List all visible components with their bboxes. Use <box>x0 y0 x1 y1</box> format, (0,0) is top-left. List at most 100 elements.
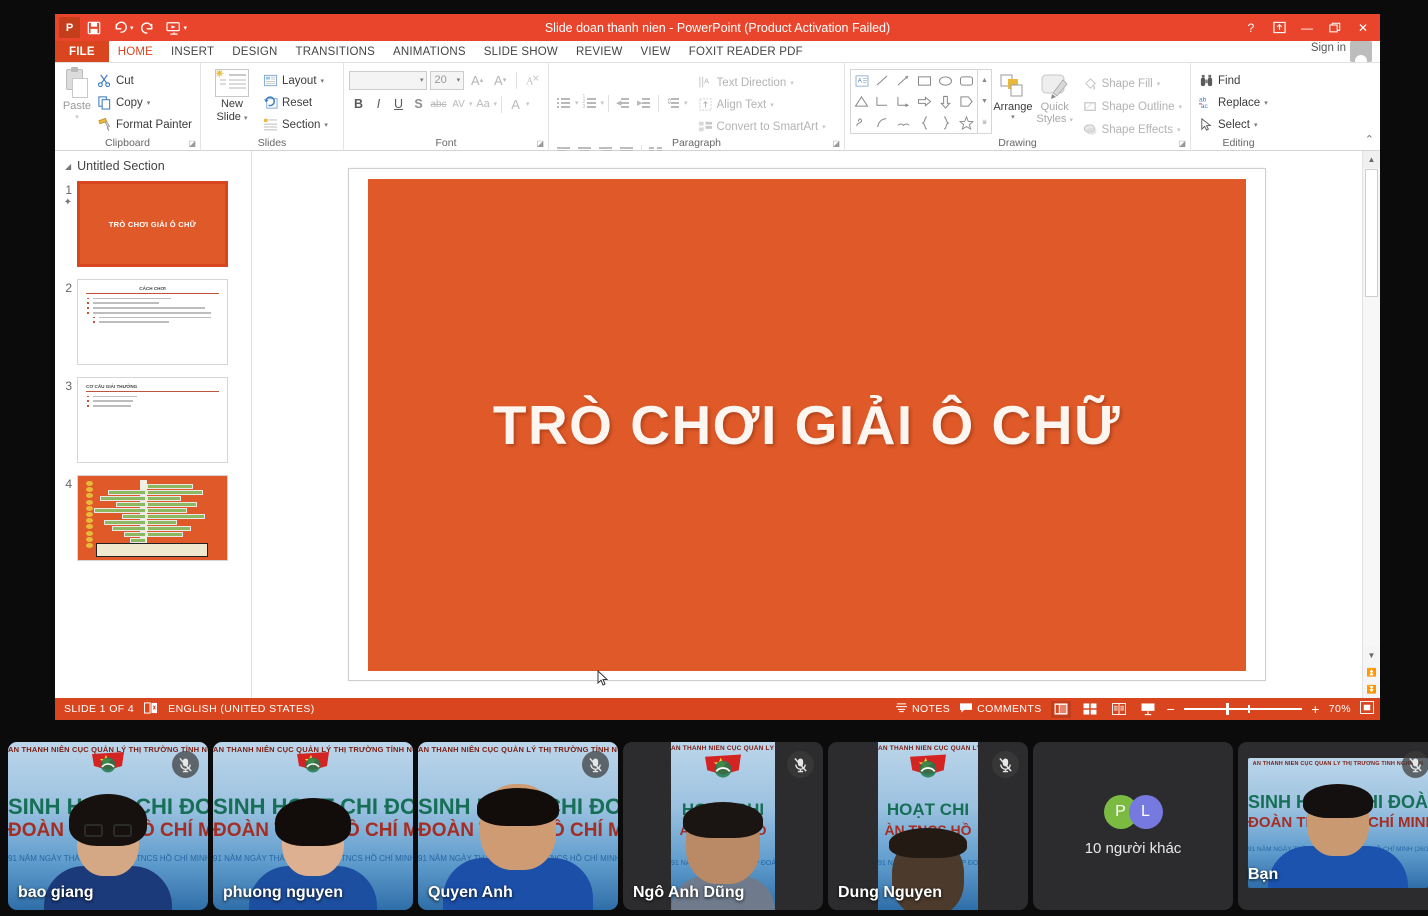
font-color-button[interactable]: A <box>506 94 525 114</box>
section-header[interactable]: ◢ Untitled Section <box>55 159 251 181</box>
slide-thumbnail-2[interactable]: 2 CÁCH CHƠI <box>55 279 251 365</box>
slide-thumb-body-2[interactable]: CÁCH CHƠI <box>77 279 228 365</box>
slide-thumbnail-4[interactable]: 4 <box>55 475 251 561</box>
tab-home[interactable]: HOME <box>108 41 163 62</box>
align-text-button[interactable]: Align Text ▾ <box>695 94 829 115</box>
shape-effects-caret[interactable]: ▾ <box>1177 126 1181 134</box>
change-case-caret[interactable]: ▾ <box>494 100 498 108</box>
collapse-ribbon-button[interactable]: ⌃ <box>1365 133 1374 146</box>
text-direction-caret[interactable]: ▾ <box>790 79 794 87</box>
participant-tile-bao-giang[interactable]: AN THANH NIÊN CỤC QUẢN LÝ THỊ TRƯỜNG TỈN… <box>8 742 208 910</box>
text-shadow-button[interactable]: S <box>409 94 428 114</box>
slide-canvas-area[interactable]: TRÒ CHƠI GIẢI Ô CHỮ <box>252 151 1362 698</box>
font-size-input[interactable]: 20 ▾ <box>430 70 465 90</box>
clear-formatting-icon[interactable]: A <box>523 70 543 90</box>
start-slideshow-icon[interactable] <box>162 17 186 39</box>
decrease-indent-button[interactable]: ◀ <box>613 93 633 113</box>
font-color-caret[interactable]: ▾ <box>526 100 530 108</box>
numbering-button[interactable]: 123 <box>580 93 600 113</box>
triangle-shape[interactable] <box>851 91 872 112</box>
participant-tile-ngo-anh-dung[interactable]: AN THANH NIÊN CỤC QUẢN LÝ THỊ TRƯỜNG TỈN… <box>623 742 823 910</box>
cut-button[interactable]: Cut <box>94 70 195 91</box>
gallery-scroll-up-icon[interactable]: ▲ <box>978 70 991 91</box>
section-collapse-icon[interactable]: ◢ <box>65 162 71 171</box>
align-text-caret[interactable]: ▾ <box>770 101 774 109</box>
customize-qat-icon[interactable]: ▾ <box>184 24 188 32</box>
participant-tile-phuong-nguyen[interactable]: AN THANH NIÊN CỤC QUẢN LÝ THỊ TRƯỜNG TỈN… <box>213 742 413 910</box>
undo-icon[interactable] <box>108 17 132 39</box>
save-icon[interactable] <box>82 17 106 39</box>
scrollbar-track[interactable] <box>1363 297 1380 646</box>
strikethrough-button[interactable]: abc <box>429 94 448 114</box>
shape-fill-caret[interactable]: ▾ <box>1157 80 1161 88</box>
line-shape[interactable] <box>872 70 893 91</box>
reading-view-button[interactable] <box>1109 701 1129 718</box>
slide-background[interactable]: TRÒ CHƠI GIẢI Ô CHỮ <box>368 178 1246 671</box>
replace-button[interactable]: ab ac Replace ▾ <box>1196 92 1281 113</box>
bold-button[interactable]: B <box>349 94 368 114</box>
normal-view-button[interactable] <box>1050 700 1071 718</box>
tab-file[interactable]: FILE <box>55 41 109 62</box>
slide-thumbnail-panel[interactable]: ◢ Untitled Section 1 ✦ TRÒ CHƠI GIẢI Ô C… <box>55 151 252 698</box>
gallery-more-icon[interactable]: ⩸ <box>978 112 991 133</box>
bullets-button[interactable] <box>554 93 574 113</box>
pentagon-shape[interactable] <box>956 91 977 112</box>
scrollbar-thumb[interactable] <box>1365 169 1378 297</box>
right-brace-shape[interactable] <box>935 112 956 133</box>
participant-tile-dung-nguyen[interactable]: AN THANH NIÊN CỤC QUẢN LÝ THỊ TRƯỜNG TỈN… <box>828 742 1028 910</box>
text-box-shape[interactable]: A <box>851 70 872 91</box>
section-dropdown-caret[interactable]: ▾ <box>324 121 328 129</box>
select-caret[interactable]: ▾ <box>1254 121 1258 129</box>
zoom-slider[interactable] <box>1184 703 1303 716</box>
replace-caret[interactable]: ▾ <box>1264 99 1268 107</box>
language-label[interactable]: ENGLISH (UNITED STATES) <box>168 703 315 715</box>
copy-dropdown-caret[interactable]: ▾ <box>147 99 151 107</box>
account-avatar-icon[interactable] <box>1350 41 1372 62</box>
section-button[interactable]: Section ▾ <box>260 114 331 135</box>
slide-thumb-body-4[interactable] <box>77 475 228 561</box>
font-dialog-launcher[interactable]: ◪ <box>536 139 544 148</box>
convert-to-smartart-button[interactable]: Convert to SmartArt ▾ <box>695 116 829 137</box>
tab-transitions[interactable]: TRANSITIONS <box>287 41 385 62</box>
shapes-gallery-scroll[interactable]: ▲ ▼ ⩸ <box>978 69 992 134</box>
tab-review[interactable]: REVIEW <box>567 41 632 62</box>
slide-thumbnail-1[interactable]: 1 ✦ TRÒ CHƠI GIẢI Ô CHỮ <box>55 181 251 267</box>
find-button[interactable]: Find <box>1196 70 1281 91</box>
close-button[interactable]: ✕ <box>1350 17 1376 39</box>
slideshow-view-button[interactable] <box>1138 701 1158 718</box>
copy-button[interactable]: Copy ▾ <box>94 92 195 113</box>
rectangle-shape[interactable] <box>914 70 935 91</box>
text-direction-button[interactable]: A Text Direction ▾ <box>695 72 829 93</box>
arrange-caret[interactable]: ▾ <box>1011 113 1015 121</box>
tab-slide-show[interactable]: SLIDE SHOW <box>475 41 567 62</box>
quick-styles-button[interactable]: Quick Styles ▾ <box>1034 69 1076 127</box>
new-slide-button[interactable]: ✷ New Slide ▾ <box>206 66 258 135</box>
font-size-caret[interactable]: ▾ <box>457 76 461 84</box>
shape-fill-button[interactable]: Shape Fill ▾ <box>1080 73 1185 94</box>
elbow-arrow-shape[interactable] <box>893 91 914 112</box>
paste-dropdown-caret[interactable]: ▾ <box>75 113 79 121</box>
line-spacing-button[interactable]: ⇕ <box>663 93 683 113</box>
undo-dropdown-caret[interactable]: ▾ <box>130 24 134 32</box>
slide-counter[interactable]: SLIDE 1 OF 4 <box>64 703 134 715</box>
line-arrow-shape[interactable] <box>893 70 914 91</box>
slide-thumbnail-3[interactable]: 3 CƠ CẤU GIẢI THƯỞNG <box>55 377 251 463</box>
smartart-caret[interactable]: ▾ <box>822 123 826 131</box>
font-name-caret[interactable]: ▾ <box>420 76 424 84</box>
other-participants-tile[interactable]: P L 10 người khác <box>1033 742 1233 910</box>
scroll-down-button[interactable]: ▼ <box>1363 647 1380 664</box>
paste-button[interactable]: Paste ▾ <box>60 66 94 135</box>
shapes-gallery[interactable]: A <box>850 69 978 134</box>
clipboard-dialog-launcher[interactable]: ◪ <box>188 139 196 148</box>
tab-insert[interactable]: INSERT <box>162 41 223 62</box>
zoom-out-button[interactable]: − <box>1167 701 1176 717</box>
drawing-dialog-launcher[interactable]: ◪ <box>1178 139 1186 148</box>
gallery-scroll-down-icon[interactable]: ▼ <box>978 91 991 112</box>
oval-shape[interactable] <box>935 70 956 91</box>
slide-surface[interactable]: TRÒ CHƠI GIẢI Ô CHỮ <box>348 168 1266 681</box>
arrange-button[interactable]: Arrange ▾ <box>992 69 1034 121</box>
paragraph-dialog-launcher[interactable]: ◪ <box>832 139 840 148</box>
increase-indent-button[interactable]: ▶ <box>634 93 654 113</box>
shape-outline-button[interactable]: Shape Outline ▾ <box>1080 96 1185 117</box>
slide-title-text[interactable]: TRÒ CHƠI GIẢI Ô CHỮ <box>493 393 1121 457</box>
